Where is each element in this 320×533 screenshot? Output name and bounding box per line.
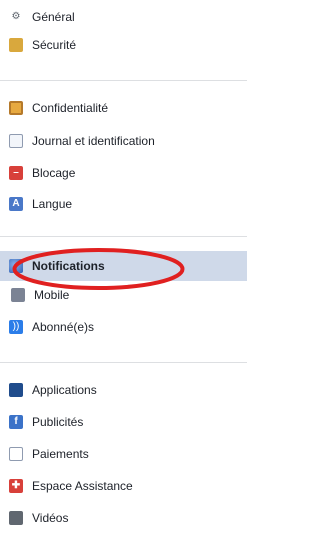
sidebar-item-ads[interactable]: f Publicités (0, 408, 247, 436)
sidebar-item-label: Mobile (34, 288, 70, 302)
sidebar-item-payments[interactable]: Paiements (0, 440, 247, 468)
sidebar-item-label: Vidéos (32, 511, 69, 525)
sidebar-item-followers[interactable]: )) Abonné(e)s (0, 313, 247, 341)
sidebar-item-timeline[interactable]: Journal et identification (0, 127, 247, 155)
sidebar-item-label: Général (32, 10, 75, 24)
card-icon (9, 447, 23, 461)
rss-icon: )) (9, 320, 23, 334)
lock-icon (9, 101, 23, 115)
apps-icon (9, 383, 23, 397)
sidebar-item-label: Abonné(e)s (32, 320, 95, 334)
divider (0, 236, 247, 237)
block-icon: – (9, 166, 23, 180)
shield-icon (9, 38, 23, 52)
sidebar-item-label: Sécurité (32, 38, 77, 52)
settings-sidebar: ⚙ Général Sécurité Confidentialité Journ… (0, 0, 247, 533)
sidebar-item-label: Confidentialité (32, 101, 109, 115)
sidebar-item-blocking[interactable]: – Blocage (0, 159, 247, 187)
video-icon (9, 511, 23, 525)
journal-icon (9, 134, 23, 148)
sidebar-item-label: Notifications (32, 259, 105, 273)
sidebar-item-support[interactable]: ✚ Espace Assistance (0, 472, 247, 500)
sidebar-item-label: Blocage (32, 166, 76, 180)
sidebar-item-label: Paiements (32, 447, 89, 461)
mobile-icon (11, 288, 25, 302)
sidebar-item-security[interactable]: Sécurité (0, 31, 247, 59)
divider (0, 362, 247, 363)
divider (0, 80, 247, 81)
sidebar-item-apps[interactable]: Applications (0, 376, 247, 404)
sidebar-item-videos[interactable]: Vidéos (0, 504, 247, 532)
sidebar-item-notifications[interactable]: Notifications (0, 251, 247, 281)
ads-icon: f (9, 415, 23, 429)
language-icon: A (9, 197, 23, 211)
sidebar-item-label: Journal et identification (32, 134, 155, 148)
sidebar-item-language[interactable]: A Langue (0, 190, 247, 218)
help-icon: ✚ (9, 479, 23, 493)
sidebar-item-mobile[interactable]: Mobile (0, 282, 247, 302)
sidebar-item-label: Applications (32, 383, 97, 397)
sidebar-item-label: Espace Assistance (32, 479, 133, 493)
globe-icon (9, 259, 23, 273)
sidebar-item-label: Langue (32, 197, 73, 211)
gear-icon: ⚙ (11, 11, 21, 22)
sidebar-item-label: Publicités (32, 415, 84, 429)
sidebar-item-general[interactable]: ⚙ Général (0, 3, 247, 31)
sidebar-item-privacy[interactable]: Confidentialité (0, 94, 247, 122)
